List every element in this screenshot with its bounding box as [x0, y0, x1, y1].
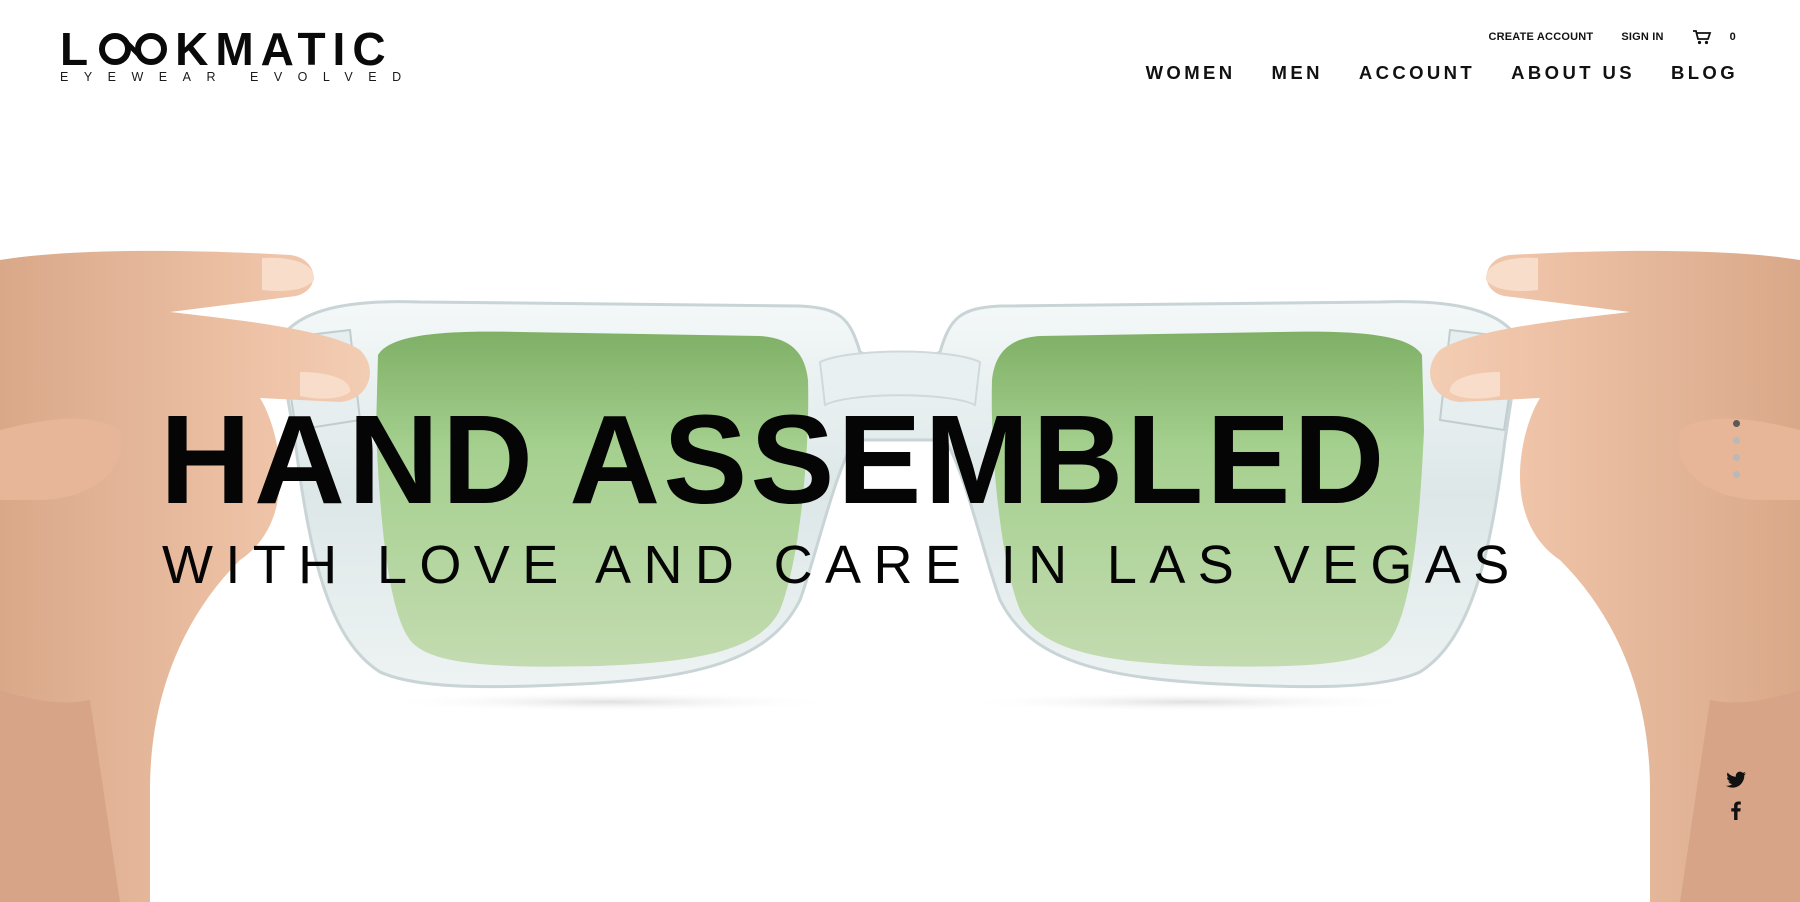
nav-item-account[interactable]: ACCOUNT — [1359, 60, 1475, 86]
main-nav: WOMEN MEN ACCOUNT ABOUT US BLOG — [1110, 60, 1738, 86]
hero-subheadline: WITH LOVE AND CARE IN LAS VEGAS — [162, 535, 1522, 595]
cart-count-badge[interactable]: 0 — [1730, 31, 1736, 43]
slider-dot[interactable] — [1733, 437, 1740, 444]
create-account-link[interactable]: CREATE ACCOUNT — [1488, 31, 1593, 43]
sign-in-link[interactable]: SIGN IN — [1621, 31, 1663, 43]
slider-pagination — [1733, 420, 1745, 488]
utility-nav: CREATE ACCOUNT SIGN IN 0 — [1460, 29, 1736, 45]
nav-item-blog[interactable]: BLOG — [1671, 60, 1738, 86]
shopping-cart-icon[interactable] — [1692, 29, 1712, 45]
slider-dot[interactable] — [1733, 471, 1740, 478]
site-logo[interactable]: L KMATIC EYEWEAR EVOLVED — [60, 26, 415, 84]
slider-dot[interactable] — [1733, 420, 1740, 427]
logo-wordmark: L KMATIC — [60, 26, 415, 72]
nav-item-women[interactable]: WOMEN — [1146, 60, 1236, 86]
facebook-icon[interactable] — [1724, 798, 1748, 822]
logo-tagline: EYEWEAR EVOLVED — [60, 70, 417, 84]
logo-text-right: KMATIC — [175, 23, 393, 75]
social-links — [1724, 768, 1750, 828]
logo-text-left: L — [60, 23, 96, 75]
nav-item-men[interactable]: MEN — [1272, 60, 1323, 86]
hero-headline: HAND ASSEMBLED — [160, 389, 1388, 530]
infinity-glasses-icon — [99, 33, 168, 65]
slider-dot[interactable] — [1733, 454, 1740, 461]
nav-item-about-us[interactable]: ABOUT US — [1511, 60, 1635, 86]
twitter-icon[interactable] — [1724, 768, 1748, 792]
